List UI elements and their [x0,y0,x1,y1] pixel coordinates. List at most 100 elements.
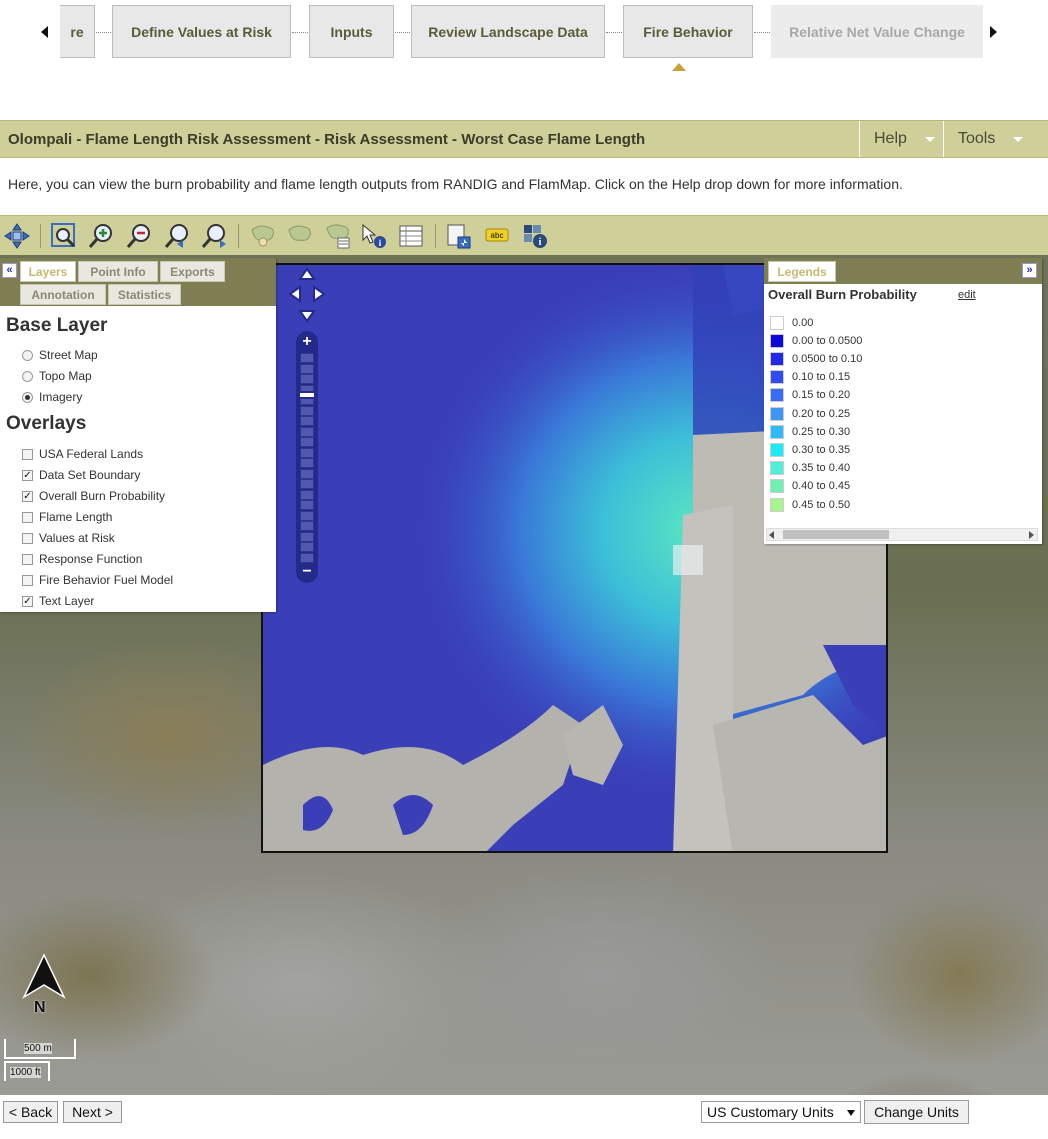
radio-button[interactable] [22,370,33,382]
tab-point-info[interactable]: Point Info [78,261,158,282]
legend-edit-link[interactable]: edit [958,289,976,301]
overlay-usa-federal-lands[interactable]: USA Federal Lands [22,447,143,461]
tab-statistics[interactable]: Statistics [108,284,181,305]
radio-button[interactable] [22,391,33,403]
pan-up-icon[interactable] [298,267,316,280]
overlay-fire-behavior-fuel-model[interactable]: Fire Behavior Fuel Model [22,573,173,587]
overlay-values-at-risk[interactable]: Values at Risk [22,531,115,545]
scrollbar-thumb[interactable] [783,530,889,539]
overlay-text-layer[interactable]: ✓ Text Layer [22,594,94,608]
legend-label: 0.35 to 0.40 [792,462,851,475]
overlay-response-function[interactable]: Response Function [22,552,142,566]
select-attribute-icon[interactable] [324,222,352,250]
legend-swatch [770,351,784,366]
zoom-level-step[interactable] [300,416,314,426]
attribute-table-icon[interactable] [397,222,425,250]
zoom-out-icon[interactable] [125,222,153,250]
scroll-left-icon[interactable] [769,531,774,539]
wizard-scroll-left-icon[interactable] [41,26,48,38]
tab-exports[interactable]: Exports [160,261,225,282]
legend-entry: 0.0500 to 0.10 [770,351,862,366]
checkbox[interactable]: ✓ [22,595,33,607]
zoom-extent-icon[interactable] [50,222,78,250]
zoom-thumb[interactable] [298,391,316,399]
units-select[interactable]: US Customary Units [701,1101,861,1123]
tab-annotation[interactable]: Annotation [20,284,106,305]
zoom-level-step[interactable] [300,552,314,563]
zoom-level-step[interactable] [300,458,314,468]
label-icon[interactable]: abc [482,222,510,250]
info-grid-icon[interactable]: i [521,222,549,250]
wizard-step-partial[interactable]: re [60,5,95,58]
legend-scrollbar[interactable] [766,528,1038,541]
pan-right-icon[interactable] [313,285,326,303]
wizard-step-label: Relative Net Value Change [789,23,965,40]
base-layer-topo-map[interactable]: Topo Map [22,369,92,383]
checkbox[interactable] [22,574,33,586]
zoom-previous-icon[interactable] [163,222,191,250]
pan-down-icon[interactable] [298,310,316,323]
wizard-scroll-right-icon[interactable] [990,26,997,38]
zoom-level-step[interactable] [300,521,314,531]
zoom-level-step[interactable] [300,363,314,374]
zoom-level-step[interactable] [300,479,314,489]
zoom-in-icon[interactable] [87,222,115,250]
checkbox[interactable] [22,553,33,565]
select-freehand-icon[interactable] [286,222,314,250]
overlay-flame-length[interactable]: Flame Length [22,510,112,524]
help-menu-button[interactable]: Help [859,121,943,157]
tools-menu-button[interactable]: Tools [943,121,1048,157]
zoom-level-step[interactable] [300,489,314,500]
collapse-left-icon[interactable]: « [2,263,17,278]
zoom-in-button[interactable]: + [296,333,318,351]
export-map-icon[interactable] [445,222,473,250]
collapse-right-icon[interactable]: » [1022,263,1037,278]
legend-label: 0.40 to 0.45 [792,480,851,493]
radio-button[interactable] [22,349,33,361]
identify-icon[interactable]: i [360,222,388,250]
wizard-step-review-landscape[interactable]: Review Landscape Data [411,5,605,58]
zoom-level-step[interactable] [300,468,314,479]
legend-label: 0.0500 to 0.10 [792,352,863,365]
zoom-level-step[interactable] [300,437,314,447]
tab-legends[interactable]: Legends [768,261,836,282]
zoom-level-step[interactable] [300,531,314,542]
zoom-out-button[interactable]: − [296,563,318,581]
zoom-next-icon[interactable] [200,222,228,250]
pan-icon[interactable] [3,222,31,250]
checkbox[interactable] [22,511,33,523]
zoom-level-step[interactable] [300,353,314,363]
legend-label: 0.30 to 0.35 [792,443,851,456]
overlay-overall-burn-probability[interactable]: ✓ Overall Burn Probability [22,489,165,503]
overlay-data-set-boundary[interactable]: ✓ Data Set Boundary [22,468,140,482]
zoom-level-step[interactable] [300,374,314,384]
pan-control[interactable] [286,265,328,327]
scroll-right-icon[interactable] [1029,531,1034,539]
checkbox[interactable]: ✓ [22,469,33,481]
back-button[interactable]: < Back [3,1101,58,1123]
change-units-button[interactable]: Change Units [864,1100,969,1124]
zoom-level-step[interactable] [300,426,314,437]
base-layer-imagery[interactable]: Imagery [22,390,82,404]
checkbox[interactable] [22,532,33,544]
wizard-connector [395,32,410,33]
wizard-step-define-values[interactable]: Define Values at Risk [112,5,291,58]
zoom-level-step[interactable] [300,405,314,416]
legend-entry: 0.40 to 0.45 [770,479,850,494]
tab-layers[interactable]: Layers [20,261,76,282]
zoom-slider[interactable]: + − [296,331,318,583]
select-polygon-icon[interactable] [249,222,277,250]
wizard-step-inputs[interactable]: Inputs [309,5,394,58]
wizard-step-bar: re Define Values at Risk Inputs Review L… [0,0,1048,118]
checkbox[interactable] [22,448,33,460]
zoom-level-step[interactable] [300,447,314,458]
next-button[interactable]: Next > [63,1101,122,1123]
pan-left-icon[interactable] [288,285,301,303]
zoom-level-step[interactable] [300,510,314,521]
checkbox[interactable]: ✓ [22,490,33,502]
wizard-step-fire-behavior[interactable]: Fire Behavior [623,5,753,58]
zoom-level-step[interactable] [300,500,314,510]
wizard-step-relative-net-value: Relative Net Value Change [771,5,983,58]
base-layer-street-map[interactable]: Street Map [22,348,98,362]
zoom-level-step[interactable] [300,542,314,552]
